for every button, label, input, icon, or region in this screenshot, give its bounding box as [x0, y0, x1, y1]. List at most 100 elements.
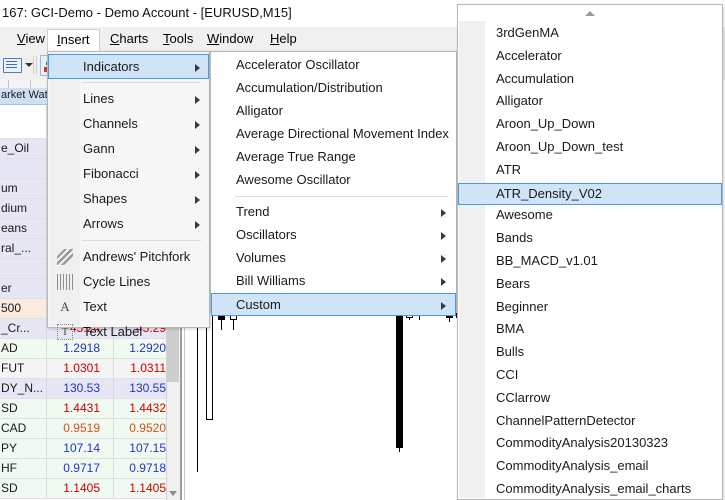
menu-item-label: Trend	[236, 204, 270, 219]
custom-indicator-item-beginner[interactable]: Beginner	[459, 297, 721, 319]
custom-indicator-item-atr-density-v02[interactable]: ATR_Density_V02	[458, 182, 722, 205]
submenu-arrow-icon	[441, 302, 446, 310]
indicators-menu-item-average-true-range[interactable]: Average True Range	[212, 146, 455, 169]
custom-indicator-item-atr[interactable]: ATR	[459, 160, 721, 182]
cell-divider	[113, 359, 114, 378]
custom-indicator-item-commodityanalysis20130323[interactable]: CommodityAnalysis20130323	[459, 433, 721, 455]
menu-item-label: Volumes	[236, 250, 286, 265]
custom-indicator-item-accelerator[interactable]: Accelerator	[459, 46, 721, 68]
toolbar-separator	[33, 56, 34, 74]
market-watch-row[interactable]: SD 1.1405 1.1405	[0, 479, 180, 499]
insert-menu-item-lines[interactable]: Lines	[49, 87, 208, 112]
insert-menu-item-channels[interactable]: Channels	[49, 112, 208, 137]
submenu-arrow-icon	[441, 232, 446, 240]
market-watch-row[interactable]: DY_N... 130.53 130.55	[0, 379, 180, 399]
ask-value: 0.9520	[129, 421, 166, 435]
menu-separator	[82, 82, 201, 83]
pitchfork-icon	[57, 249, 73, 265]
menu-separator	[235, 196, 448, 197]
indicators-submenu-popup: Accelerator Oscillator Accumulation/Distr…	[210, 51, 457, 316]
custom-indicator-item-3rdgenma[interactable]: 3rdGenMA	[459, 23, 721, 45]
menu-item-label: Custom	[236, 297, 281, 312]
tab-divider	[8, 80, 9, 88]
custom-indicator-item-aroon-up-down[interactable]: Aroon_Up_Down	[459, 114, 721, 136]
menubar-item-window[interactable]: Window	[198, 29, 262, 49]
indicators-menu-item-accumulation-distribution[interactable]: Accumulation/Distribution	[212, 77, 455, 100]
custom-indicator-item-awesome[interactable]: Awesome	[459, 205, 721, 227]
custom-menu-scroll-up[interactable]	[459, 6, 721, 21]
menu-item-label: Aroon_Up_Down_test	[496, 139, 624, 154]
menu-separator	[82, 240, 201, 241]
market-watch-row[interactable]: HF 0.9717 0.9718	[0, 459, 180, 479]
menubar-item-tools[interactable]: Tools	[154, 29, 202, 49]
market-watch-vertical-scrollbar[interactable]	[166, 320, 180, 500]
custom-indicator-item-aroon-up-down-test[interactable]: Aroon_Up_Down_test	[459, 137, 721, 159]
symbol-label: FUT	[1, 361, 25, 375]
indicators-menu-item-average-directional-movement-index[interactable]: Average Directional Movement Index	[212, 123, 455, 146]
market-watch-row[interactable]: CAD 0.9519 0.9520	[0, 419, 180, 439]
custom-indicator-item-commodityanalysis-email-charts[interactable]: CommodityAnalysis_email_charts	[459, 479, 721, 499]
submenu-arrow-icon	[441, 278, 446, 286]
indicators-menu-item-trend[interactable]: Trend	[212, 201, 455, 224]
menu-item-label: Bill Williams	[236, 273, 306, 288]
market-watch-row[interactable]: PY 107.14 107.15	[0, 439, 180, 459]
indicators-menu-item-bill-williams[interactable]: Bill Williams	[212, 270, 455, 293]
menu-item-label: ATR	[496, 161, 522, 177]
indicators-menu-item-oscillators[interactable]: Oscillators	[212, 224, 455, 247]
submenu-arrow-icon	[195, 64, 200, 72]
indicators-menu-item-volumes[interactable]: Volumes	[212, 247, 455, 270]
tab-divider	[30, 80, 31, 88]
custom-indicator-item-cclarrow[interactable]: CClarrow	[459, 388, 721, 410]
custom-indicator-item-bulls[interactable]: Bulls	[459, 342, 721, 364]
symbol-label: eans	[1, 221, 28, 235]
custom-indicator-item-channelpatterndetector[interactable]: ChannelPatternDetector	[459, 411, 721, 433]
custom-indicator-item-bma[interactable]: BMA	[459, 319, 721, 341]
menu-item-label: Channels	[83, 116, 138, 131]
menu-item-label: Average True Range	[236, 149, 356, 164]
cell-divider	[113, 379, 114, 398]
market-watch-row[interactable]: FUT 1.0301 1.0311	[0, 359, 180, 379]
menu-item-label: BB_MACD_v1.01	[496, 253, 598, 268]
indicators-menu-item-custom[interactable]: Custom	[211, 293, 456, 316]
scroll-up-arrow-icon[interactable]	[585, 11, 595, 16]
submenu-arrow-icon	[441, 255, 446, 263]
insert-menu-item-text[interactable]: A Text	[49, 295, 208, 320]
custom-indicator-item-alligator[interactable]: Alligator	[459, 91, 721, 113]
menubar-item-charts[interactable]: Charts	[101, 29, 157, 49]
submenu-arrow-icon	[195, 96, 200, 104]
insert-menu-item-gann[interactable]: Gann	[49, 137, 208, 162]
bid-value: 130.53	[63, 381, 100, 395]
custom-indicator-item-accumulation[interactable]: Accumulation	[459, 69, 721, 91]
menu-item-label: Text Label	[83, 324, 143, 339]
insert-menu-item-text-label[interactable]: T Text Label	[49, 320, 208, 345]
menu-item-label: Bears	[496, 275, 530, 291]
bid-value: 0.9717	[63, 461, 100, 475]
scroll-down-arrow-icon[interactable]	[169, 491, 177, 496]
insert-menu-item-andrews-pitchfork[interactable]: Andrews' Pitchfork	[49, 245, 208, 270]
insert-menu-item-arrows[interactable]: Arrows	[49, 212, 208, 237]
insert-menu-item-indicators[interactable]: Indicators	[48, 54, 209, 79]
custom-indicator-item-commodityanalysis-email[interactable]: CommodityAnalysis_email	[459, 456, 721, 478]
menu-item-label: Aroon_Up_Down	[496, 116, 596, 132]
toolbar-dropdown-caret-icon[interactable]	[25, 63, 33, 67]
custom-indicator-item-cci[interactable]: CCI	[459, 365, 721, 387]
text-icon: A	[60, 299, 70, 314]
symbol-label: e_Oil	[1, 141, 30, 155]
symbol-label: er	[1, 281, 12, 295]
insert-menu-item-shapes[interactable]: Shapes	[49, 187, 208, 212]
toolbar-new-chart-button[interactable]	[2, 55, 22, 75]
indicators-menu-item-awesome-oscillator[interactable]: Awesome Oscillator	[212, 169, 455, 192]
custom-indicator-item-bb-macd-v1-01[interactable]: BB_MACD_v1.01	[459, 251, 721, 273]
menu-item-label: CommodityAnalysis20130323	[496, 435, 668, 451]
custom-indicator-item-bands[interactable]: Bands	[459, 228, 721, 250]
insert-menu-item-cycle-lines[interactable]: Cycle Lines	[49, 270, 208, 295]
indicators-menu-item-alligator[interactable]: Alligator	[212, 100, 455, 123]
market-watch-row[interactable]: SD 1.4431 1.4432	[0, 399, 180, 419]
menubar-item-help[interactable]: Help	[261, 29, 306, 49]
insert-menu-item-fibonacci[interactable]: Fibonacci	[49, 162, 208, 187]
menubar-item-insert[interactable]: Insert	[47, 29, 100, 52]
menu-item-label: Gann	[83, 141, 115, 156]
ask-value: 130.55	[129, 381, 166, 395]
custom-indicator-item-bears[interactable]: Bears	[459, 274, 721, 296]
indicators-menu-item-accelerator-oscillator[interactable]: Accelerator Oscillator	[212, 54, 455, 77]
